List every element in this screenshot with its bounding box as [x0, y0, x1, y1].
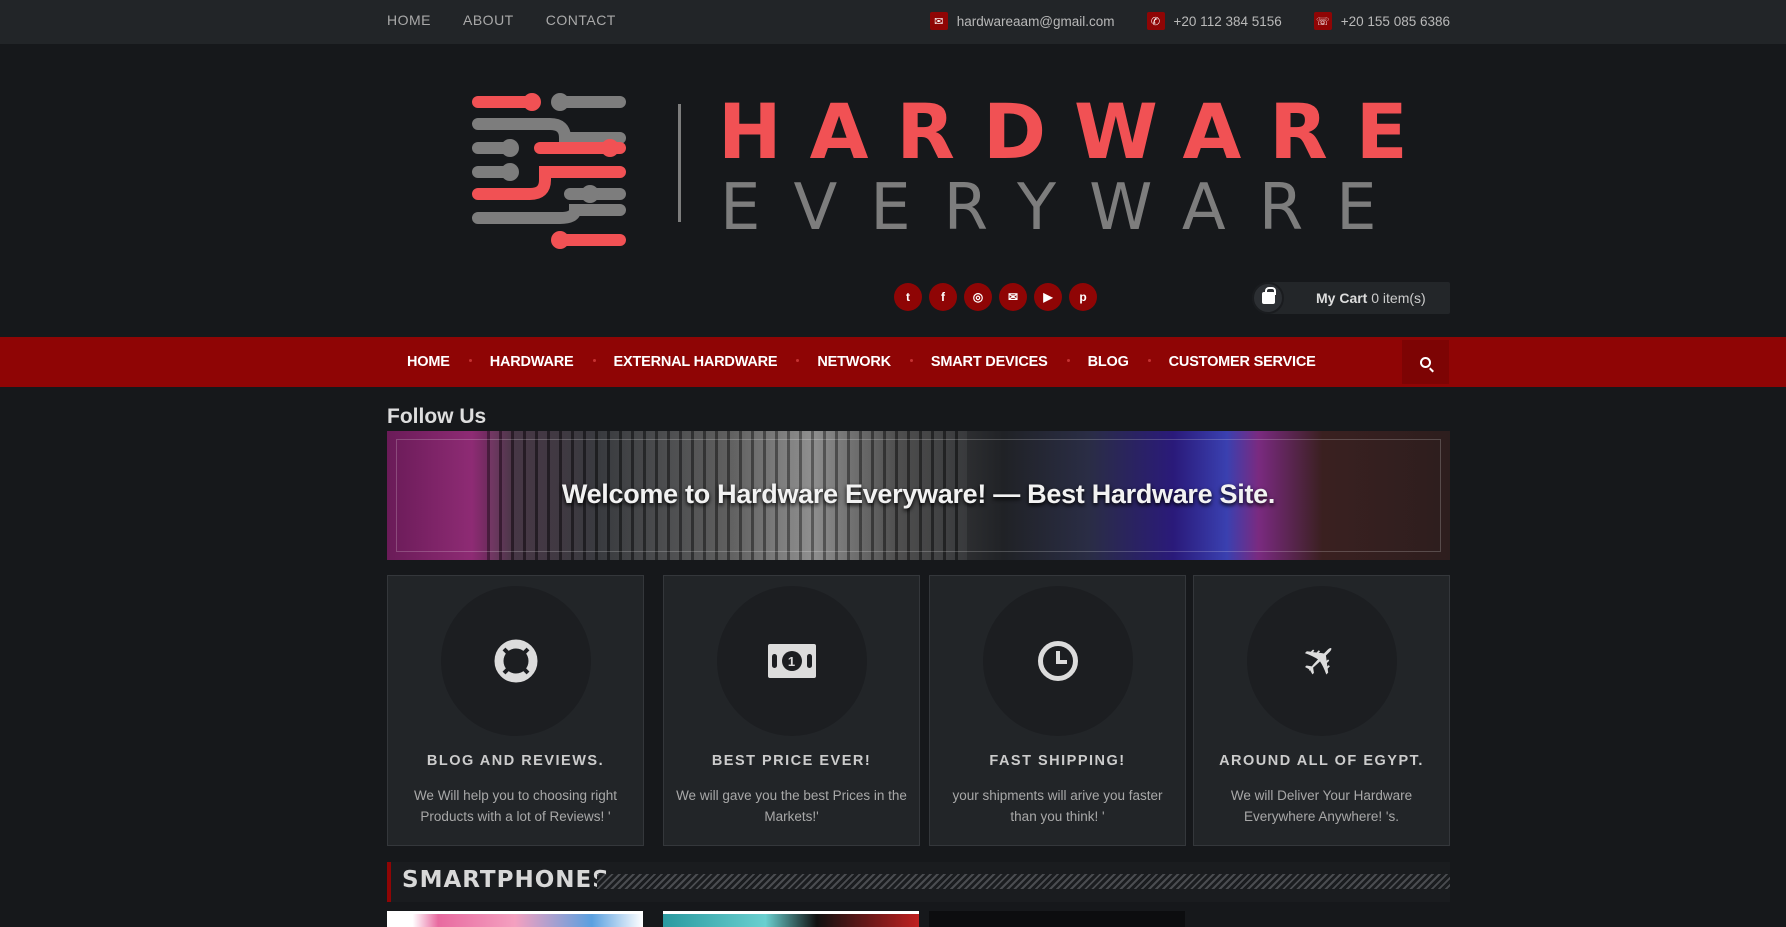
- feature-icon-circle: 1: [716, 586, 867, 736]
- product-card[interactable]: [387, 911, 643, 927]
- contact-email-text: hardwareaam@gmail.com: [956, 13, 1115, 29]
- top-nav-home-link[interactable]: HOME: [387, 12, 431, 28]
- cart-label: My Cart: [1316, 290, 1368, 306]
- plane-icon: ✈: [1290, 629, 1353, 692]
- search-button[interactable]: [1402, 340, 1449, 384]
- logo-word-hardware: HARDWARE: [718, 87, 1436, 176]
- circuit-logo-icon: [472, 93, 626, 249]
- clock-icon: [1037, 641, 1078, 681]
- feature-description: your shipments will arive you faster tha…: [952, 788, 1163, 824]
- contact-info: ✉ hardwareaam@gmail.com ✆ +20 112 384 51…: [929, 12, 1450, 30]
- main-nav-smart-devices[interactable]: SMART DEVICES: [911, 354, 1070, 370]
- contact-phone[interactable]: ✆ +20 112 384 5156: [1146, 12, 1282, 30]
- product-card[interactable]: [663, 911, 919, 927]
- banner-text: Welcome to Hardware Everyware! — Best Ha…: [561, 479, 1276, 509]
- contact-whatsapp[interactable]: ☏ +20 155 085 6386: [1313, 12, 1450, 30]
- cart-button[interactable]: My Cart 0 item(s): [1252, 282, 1450, 314]
- follow-us-heading: Follow Us: [387, 405, 487, 428]
- logo-divider: [678, 104, 681, 222]
- feature-box: ✈ AROUND ALL OF EGYPT. We will Deliver Y…: [1193, 575, 1450, 846]
- top-nav-contact-link[interactable]: CONTACT: [546, 12, 616, 28]
- feature-box: 1 BEST PRICE EVER! We will gave you the …: [663, 575, 920, 846]
- top-nav-about-link[interactable]: ABOUT: [463, 12, 514, 28]
- section-title: SMARTPHONES: [402, 867, 610, 893]
- feature-description: We Will help you to choosing right Produ…: [413, 788, 618, 824]
- main-nav: HOME HARDWARE EXTERNAL HARDWARE NETWORK …: [0, 337, 1786, 387]
- cart-summary: My Cart 0 item(s): [1316, 290, 1426, 306]
- instagram-icon[interactable]: ◎: [964, 283, 992, 311]
- facebook-icon[interactable]: f: [929, 283, 957, 311]
- main-nav-home[interactable]: HOME: [387, 354, 472, 370]
- search-icon: [1420, 356, 1431, 368]
- shopping-bag-icon: [1252, 282, 1284, 314]
- envelope-icon[interactable]: ✉: [999, 283, 1027, 311]
- top-nav: HOME ABOUT CONTACT: [387, 12, 616, 28]
- main-nav-customer-service[interactable]: CUSTOMER SERVICE: [1149, 354, 1336, 370]
- whatsapp-icon: ☏: [1313, 12, 1332, 30]
- youtube-icon[interactable]: ▶: [1034, 283, 1062, 311]
- feature-title: AROUND ALL OF EGYPT.: [1219, 753, 1424, 769]
- pinterest-icon[interactable]: p: [1069, 283, 1097, 311]
- section-divider: [597, 874, 1450, 889]
- main-nav-external-hardware[interactable]: EXTERNAL HARDWARE: [594, 354, 800, 370]
- money-icon: 1: [767, 644, 816, 678]
- contact-whatsapp-text: +20 155 085 6386: [1340, 13, 1450, 29]
- contact-phone-text: +20 112 384 5156: [1173, 13, 1282, 29]
- top-bar: HOME ABOUT CONTACT ✉ hardwareaam@gmail.c…: [0, 0, 1786, 44]
- welcome-banner: Welcome to Hardware Everyware! — Best Ha…: [387, 431, 1450, 560]
- site-logo[interactable]: HARDWARE EVERYWARE: [470, 90, 1408, 250]
- feature-title: FAST SHIPPING!: [989, 753, 1126, 769]
- feature-icon-circle: [982, 586, 1133, 736]
- feature-description: We will Deliver Your Hardware Everywhere…: [1230, 788, 1413, 824]
- feature-box: FAST SHIPPING! your shipments will arive…: [929, 575, 1186, 846]
- phone-icon: ✆: [1146, 12, 1165, 30]
- smartphones-section-header: SMARTPHONES: [387, 862, 1450, 902]
- feature-icon-circle: [440, 586, 591, 736]
- social-links: t f ◎ ✉ ▶ p: [894, 283, 1097, 311]
- main-nav-network[interactable]: NETWORK: [797, 354, 913, 370]
- feature-title: BEST PRICE EVER!: [711, 753, 872, 769]
- logo-word-everyware: EVERYWARE: [720, 171, 1410, 245]
- contact-email[interactable]: ✉ hardwareaam@gmail.com: [929, 12, 1115, 30]
- product-card[interactable]: [929, 911, 1185, 927]
- feature-icon-circle: ✈: [1246, 586, 1397, 736]
- features-row: BLOG AND REVIEWS. We Will help you to ch…: [387, 575, 1450, 847]
- main-nav-hardware[interactable]: HARDWARE: [470, 354, 596, 370]
- cart-count: 0 item(s): [1371, 290, 1426, 306]
- feature-box: BLOG AND REVIEWS. We Will help you to ch…: [387, 575, 644, 846]
- section-accent-bar: [387, 862, 391, 902]
- main-nav-blog[interactable]: BLOG: [1068, 354, 1151, 370]
- product-row: [387, 911, 1450, 927]
- feature-title: BLOG AND REVIEWS.: [426, 753, 605, 769]
- lifebuoy-icon: [494, 639, 537, 683]
- envelope-icon: ✉: [929, 12, 948, 30]
- twitter-icon[interactable]: t: [894, 283, 922, 311]
- feature-description: We will gave you the best Prices in the …: [676, 788, 907, 824]
